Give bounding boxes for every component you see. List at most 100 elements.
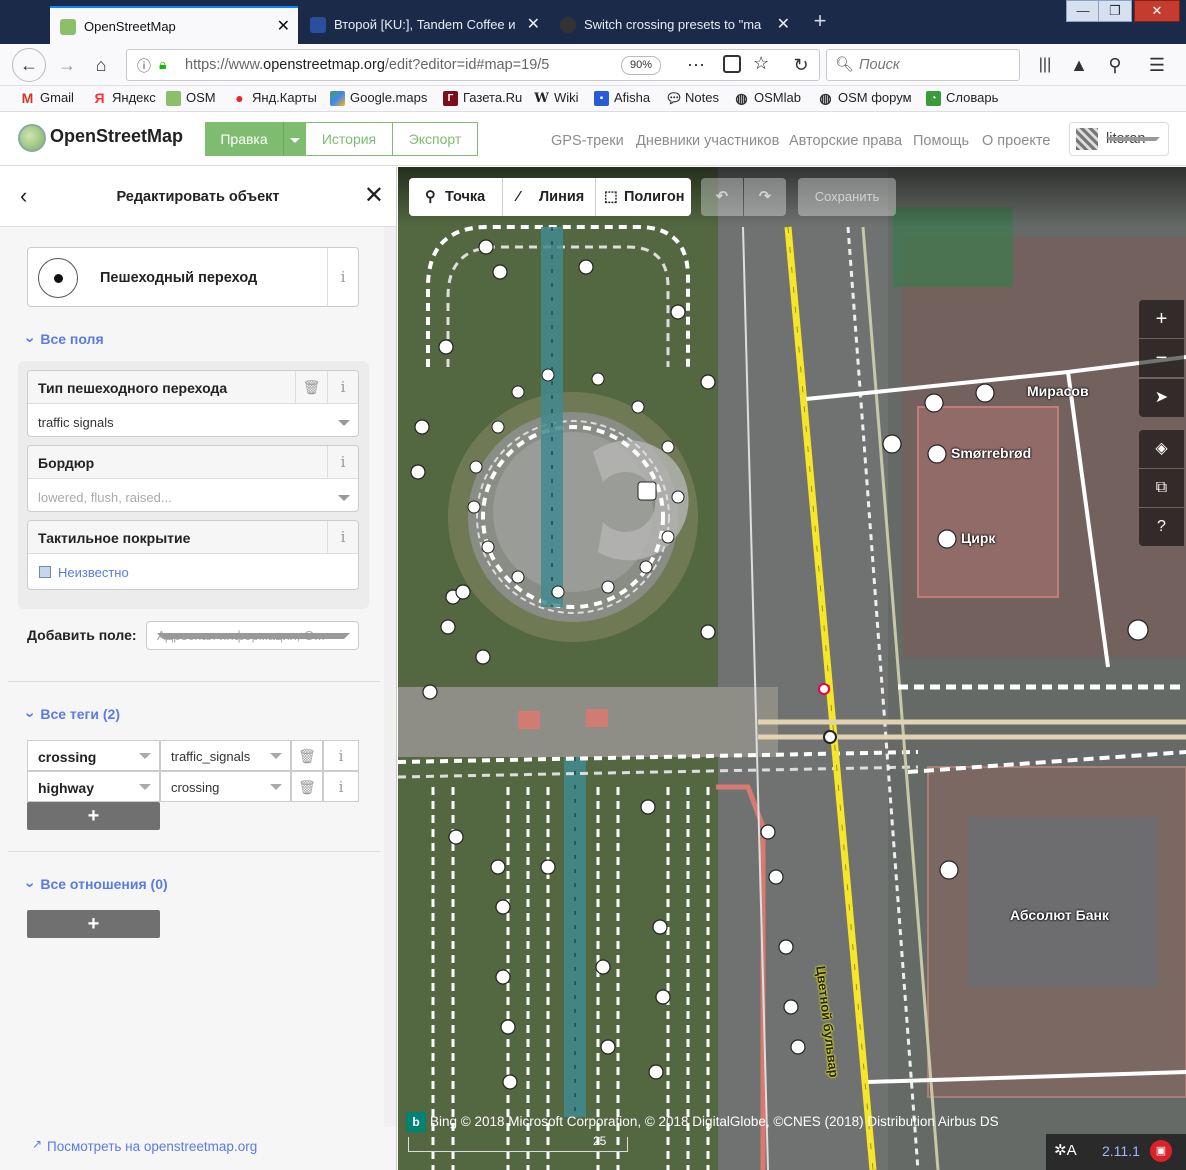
bookmark-star-icon[interactable]: ☆ [753, 53, 769, 74]
home-button[interactable]: ⌂ [86, 50, 116, 80]
zoom-indicator[interactable]: 90% [621, 56, 661, 75]
info-icon[interactable]: ⓘ [137, 56, 151, 76]
add-point-button[interactable]: ⚲ Точка [409, 178, 502, 216]
tag-value-input[interactable]: crossing [160, 771, 291, 802]
field-info-button[interactable]: i [327, 371, 358, 404]
zoom-out-button[interactable]: − [1139, 339, 1184, 377]
all-tags-toggle[interactable]: Все теги (2) [27, 706, 120, 724]
field-info-button[interactable]: i [327, 446, 358, 479]
all-relations-toggle[interactable]: Все отношения (0) [27, 876, 167, 894]
link-gps-traces[interactable]: GPS-треки [551, 133, 624, 149]
field-tactile-paving: Тактильное покрытие i Неизвестно [27, 520, 359, 590]
add-relation-button[interactable]: + [27, 910, 160, 938]
tag-info-button[interactable]: i [323, 740, 359, 771]
menu-icon[interactable]: ☰ [1142, 50, 1172, 80]
trash-icon[interactable]: 🗑︎ [291, 771, 323, 802]
address-bar[interactable]: ⓘ 🔒︎ https://www.openstreetmap.org/edit?… [126, 49, 820, 81]
link-copyright[interactable]: Авторские права [789, 133, 902, 149]
save-button[interactable]: Сохранить [798, 178, 896, 216]
bookmark-osm[interactable]: OSM [166, 90, 216, 106]
crossing-type-combo[interactable]: traffic signals [38, 415, 114, 430]
forward-button[interactable]: → [52, 50, 82, 80]
add-tag-button[interactable]: + [27, 802, 160, 830]
bug-icon[interactable]: ✲A [1054, 1141, 1077, 1159]
chevron-down-icon[interactable] [338, 420, 350, 426]
trash-icon[interactable]: 🗑︎ [291, 740, 323, 771]
close-icon[interactable]: ✕ [364, 181, 384, 210]
sync-icon[interactable]: ▲ [1064, 50, 1094, 80]
search-input[interactable]: 🔍︎ Поиск [826, 49, 1020, 81]
close-tab-icon[interactable]: ✕ [277, 8, 290, 44]
bookmark-yandex-maps[interactable]: ● Янд.Карты [232, 90, 317, 106]
tactile-paving-check[interactable]: Неизвестно [58, 565, 129, 580]
maximize-button[interactable]: ❐ [1098, 0, 1132, 22]
view-on-osm-link[interactable]: Посмотреть на openstreetmap.org [47, 1139, 257, 1154]
background-layers-button[interactable]: ◈ [1139, 430, 1184, 468]
bookmark-notes[interactable]: 💬︎ Notes [665, 90, 719, 106]
export-button[interactable]: Экспорт [392, 122, 478, 156]
link-user-diaries[interactable]: Дневники участников [636, 133, 779, 149]
bookmark-osm-forum[interactable]: ◍ OSM форум [818, 90, 911, 106]
bookmark-google-maps[interactable]: Google.maps [330, 90, 427, 106]
bookmark-wiki[interactable]: W Wiki [534, 90, 578, 106]
pin-icon[interactable]: ⚲ [1100, 50, 1130, 80]
add-line-button[interactable]: ⁄ Линия [502, 178, 595, 216]
add-area-button[interactable]: ⬚ Полигон [595, 178, 691, 216]
edit-dropdown-button[interactable] [283, 122, 306, 156]
geolocate-button[interactable]: ➤ [1139, 379, 1184, 417]
new-tab-button[interactable]: + [808, 8, 832, 34]
map-data-button[interactable]: ⧉ [1139, 469, 1184, 507]
scale-bar[interactable]: 25 [408, 1134, 628, 1152]
field-info-button[interactable]: i [327, 521, 358, 554]
user-menu[interactable]: literan [1069, 122, 1169, 156]
pocket-icon[interactable] [723, 55, 741, 73]
poi-label-absolut-bank[interactable]: Абсолют Банк [1010, 907, 1109, 923]
preset-info-button[interactable]: i [327, 248, 358, 306]
minimize-button[interactable]: — [1066, 0, 1100, 22]
close-tab-icon[interactable]: ✕ [777, 6, 790, 44]
close-tab-icon[interactable]: ✕ [527, 6, 540, 44]
link-about[interactable]: О проекте [982, 133, 1050, 149]
map-canvas[interactable]: Мирасов Smørrebrød Цирк Абсолют Банк Цве… [398, 167, 1186, 1170]
bookmark-gazeta[interactable]: Г Газета.Ru [443, 90, 522, 106]
osm-logo[interactable]: OpenStreetMap [18, 124, 183, 152]
bookmark-dictionary[interactable]: ◔ Словарь [926, 90, 998, 106]
edit-button[interactable]: Правка [205, 122, 283, 156]
page-actions-icon[interactable]: ··· [687, 54, 705, 75]
library-icon[interactable]: ||| [1030, 50, 1060, 80]
history-button[interactable]: История [305, 122, 393, 156]
redo-button[interactable]: ↷ [744, 178, 786, 216]
undo-button[interactable]: ↶ [701, 178, 743, 216]
tab-github-issue[interactable]: Switch crossing presets to "ma ✕ [550, 6, 798, 44]
trash-icon[interactable]: 🗑︎ [295, 371, 327, 404]
kerb-combo[interactable]: lowered, flush, raised... [38, 490, 172, 505]
bookmark-osmlab[interactable]: ◍ OSMlab [734, 90, 801, 106]
bookmark-gmail[interactable]: M Gmail [20, 90, 74, 106]
tab-openstreetmap[interactable]: OpenStreetMap ✕ [50, 6, 298, 44]
all-fields-toggle[interactable]: Все поля [27, 331, 103, 349]
gift-icon[interactable]: ▣ [1150, 1140, 1172, 1162]
link-help[interactable]: Помощь [913, 133, 969, 149]
poi-label-smorrebrod[interactable]: Smørrebrød [951, 445, 1031, 461]
preset-button[interactable]: Пешеходный переход i [27, 247, 359, 307]
help-button[interactable]: ? [1139, 508, 1184, 546]
zoom-in-button[interactable]: + [1139, 300, 1184, 338]
version-label[interactable]: 2.11.1 [1102, 1143, 1140, 1159]
close-window-button[interactable]: ✕ [1134, 0, 1180, 22]
poi-label-mirasov[interactable]: Мирасов [1027, 383, 1089, 399]
tag-key-input[interactable]: highway [27, 771, 160, 802]
bookmark-afisha[interactable]: ▪ Afisha [594, 90, 650, 106]
sidebar-scrollbar[interactable] [384, 227, 396, 1127]
reload-button[interactable]: ↻ [786, 50, 816, 80]
map-top-toolbar: ⚲ Точка ⁄ Линия ⬚ Полигон ↶ ↷ Сохранить [398, 167, 1186, 227]
tag-value-input[interactable]: traffic_signals [160, 740, 291, 771]
tag-info-button[interactable]: i [323, 771, 359, 802]
tag-key-input[interactable]: crossing [27, 740, 160, 771]
back-button[interactable]: ← [12, 48, 46, 82]
checkbox-icon[interactable] [39, 566, 51, 578]
add-field-input[interactable]: Адресная информация, О... [146, 621, 359, 650]
chevron-down-icon[interactable] [338, 495, 350, 501]
tab-tandem-coffee[interactable]: Второй [KU:], Tandem Coffee и ✕ [300, 6, 548, 44]
poi-label-circus[interactable]: Цирк [961, 530, 995, 546]
bookmark-yandex[interactable]: Я Яндекс [92, 90, 155, 106]
